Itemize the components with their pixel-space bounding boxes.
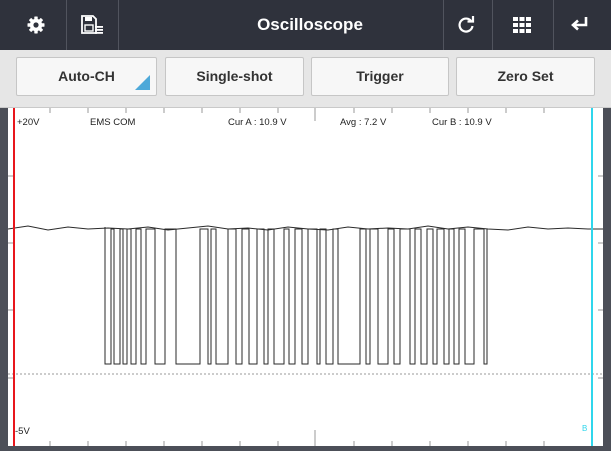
waveform-trace <box>8 225 603 231</box>
settings-button[interactable] <box>16 5 56 45</box>
oscilloscope-screen[interactable]: +20V EMS COM Cur A : 10.9 V Avg : 7.2 V … <box>8 108 603 446</box>
save-button[interactable] <box>72 5 112 45</box>
cursor-b-readout: Cur B : 10.9 V <box>432 117 492 128</box>
right-ticks <box>598 175 603 379</box>
average-readout: Avg : 7.2 V <box>340 117 387 128</box>
divider <box>66 0 67 50</box>
divider <box>553 0 554 50</box>
auto-ch-button[interactable]: Auto-CH <box>16 57 157 96</box>
bottom-ticks <box>49 430 545 446</box>
divider <box>443 0 444 50</box>
bottom-voltage-label: -5V <box>15 426 30 437</box>
channel-name: EMS COM <box>90 117 136 128</box>
cursor-b-marker[interactable]: B <box>582 424 587 433</box>
left-ticks <box>8 175 13 379</box>
title-bar: Oscilloscope <box>0 0 611 50</box>
refresh-icon <box>456 15 476 35</box>
data-burst <box>104 227 488 365</box>
grid-view-button[interactable] <box>502 5 542 45</box>
page-title: Oscilloscope <box>257 15 363 34</box>
divider <box>118 0 119 50</box>
grid-icon <box>513 17 531 33</box>
zero-set-button[interactable]: Zero Set <box>456 57 595 96</box>
auto-ch-label: Auto-CH <box>58 68 115 84</box>
single-shot-label: Single-shot <box>196 68 273 84</box>
zero-set-label: Zero Set <box>497 68 554 84</box>
refresh-button[interactable] <box>446 5 486 45</box>
trigger-button[interactable]: Trigger <box>311 57 449 96</box>
back-button[interactable] <box>560 5 600 45</box>
single-shot-button[interactable]: Single-shot <box>165 57 304 96</box>
divider <box>492 0 493 50</box>
top-voltage-label: +20V <box>17 117 40 128</box>
cursor-a-readout: Cur A : 10.9 V <box>228 117 287 128</box>
back-icon <box>570 16 590 34</box>
save-icon <box>80 15 104 35</box>
trigger-label: Trigger <box>356 68 404 84</box>
gear-icon <box>26 15 46 35</box>
dropdown-indicator-icon <box>135 75 150 90</box>
waveform-plot <box>8 108 603 446</box>
